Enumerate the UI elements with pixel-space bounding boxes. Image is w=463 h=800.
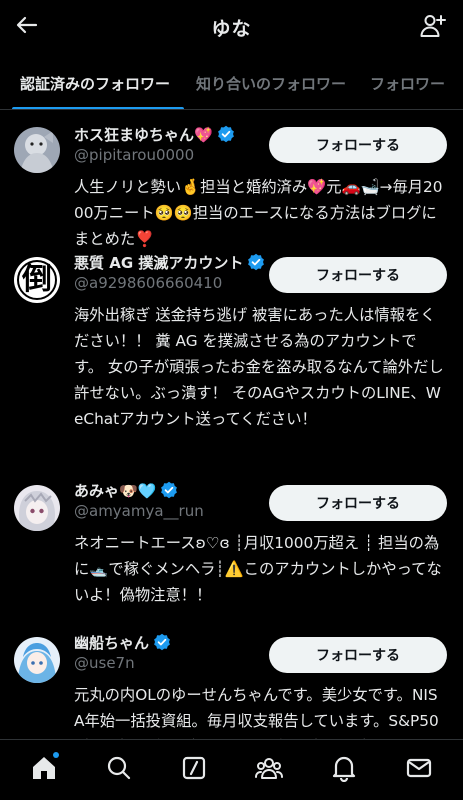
home-icon[interactable] (19, 743, 69, 793)
tab-followers[interactable]: フォロワー (358, 56, 457, 109)
display-name: 幽船ちゃん (74, 633, 150, 652)
tab-bar: 認証済みのフォロワー 知り合いのフォロワー フォロワー (0, 56, 463, 110)
tab-followers-you-know[interactable]: 知り合いのフォロワー (184, 56, 358, 109)
user-bio: 海外出稼ぎ 送金持ち逃げ 被害にあった人は情報をください！！ 糞 AG を撲滅さ… (74, 306, 444, 428)
tab-label: フォロワー (370, 74, 446, 93)
user-bio: ネオニートエースʚ♡ɞ ┊月収1000万超え ┊ 担当の為に🛥️で稼ぐメンヘラ┊… (74, 534, 442, 604)
top-bar: ゆな (0, 0, 463, 54)
verified-badge-icon (217, 125, 235, 143)
avatar[interactable] (14, 485, 60, 531)
list-item[interactable]: フォローする ホス狂まゆちゃん💖 @pipitarou0000 人生ノリと勢い🤞… (0, 111, 463, 248)
avatar[interactable] (14, 127, 60, 173)
verified-badge-icon (247, 253, 265, 271)
verified-badge-icon (160, 481, 178, 499)
messages-icon[interactable] (394, 743, 444, 793)
page-title: ゆな (211, 17, 252, 40)
list-item[interactable]: フォローする 幽船ちゃん @use7n 元丸の内OLのゆーせんちゃんです。美少女… (0, 619, 463, 739)
grok-icon[interactable] (169, 743, 219, 793)
back-arrow-icon[interactable] (12, 10, 42, 40)
communities-icon[interactable] (244, 743, 294, 793)
follower-list: フォローする ホス狂まゆちゃん💖 @pipitarou0000 人生ノリと勢い🤞… (0, 111, 463, 739)
bottom-nav (0, 739, 463, 800)
list-item[interactable]: 倒 フォローする 悪質 AG 撲滅アカウント @a9298606660410 海… (0, 239, 463, 467)
add-user-icon[interactable] (417, 10, 449, 42)
active-tab-indicator (12, 107, 185, 109)
tab-verified-followers[interactable]: 認証済みのフォロワー (0, 56, 185, 109)
follow-button[interactable]: フォローする (269, 485, 447, 521)
follow-button[interactable]: フォローする (269, 257, 447, 293)
avatar[interactable] (14, 637, 60, 683)
search-icon[interactable] (94, 743, 144, 793)
avatar[interactable]: 倒 (14, 257, 60, 303)
display-name: あみゃ🐶🩵 (74, 481, 157, 500)
user-bio: 元丸の内OLのゆーせんちゃんです。美少女です。NISA年始一括投資組。毎月収支報… (74, 686, 439, 739)
verified-badge-icon (153, 633, 171, 651)
display-name: 悪質 AG 撲滅アカウント (74, 253, 244, 272)
follow-button[interactable]: フォローする (269, 637, 447, 673)
avatar-ring (17, 260, 57, 300)
follow-button[interactable]: フォローする (269, 127, 447, 163)
tab-label: 知り合いのフォロワー (196, 74, 347, 93)
list-item[interactable]: フォローする あみゃ🐶🩵 @amyamya__run ネオニートエースʚ♡ɞ ┊… (0, 467, 463, 619)
tab-label: 認証済みのフォロワー (20, 74, 171, 93)
display-name: ホス狂まゆちゃん💖 (74, 125, 213, 144)
unread-dot (52, 752, 59, 758)
notifications-icon[interactable] (319, 743, 369, 793)
